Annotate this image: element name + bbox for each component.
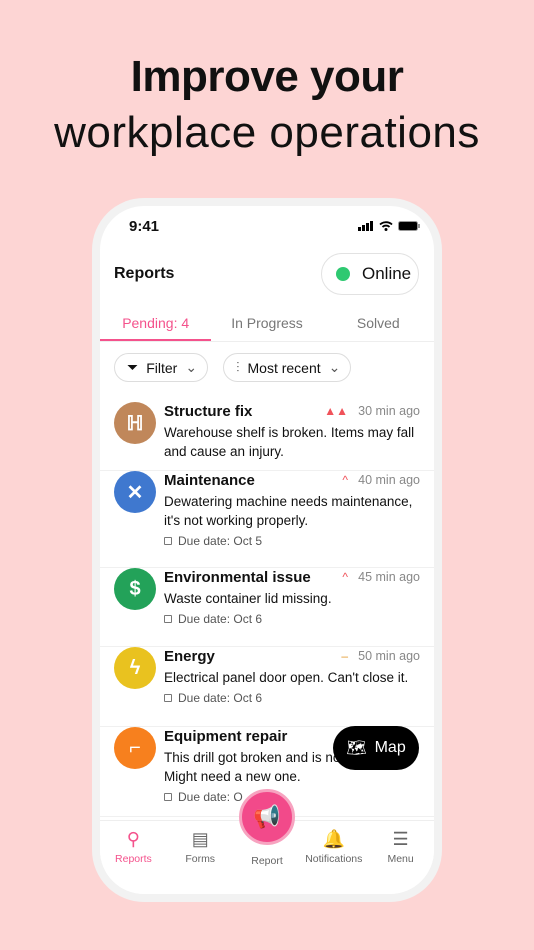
filter-button[interactable]: ⏷ Filter ⌄ (114, 353, 209, 382)
item-title: Environmental issue (164, 569, 311, 586)
location-pin-icon: ⚲ (126, 829, 140, 849)
document-icon: ▤ (191, 829, 209, 849)
priority-dash-icon: – (341, 649, 348, 663)
nav-label: Menu (387, 853, 414, 865)
tools-icon: ✕ (114, 471, 156, 513)
filter-label: Filter (146, 359, 178, 376)
calendar-icon (164, 615, 172, 623)
report-list-item[interactable]: $ Environmental issue ^ 45 min ago Waste… (100, 568, 434, 647)
nav-notifications[interactable]: 🔔 Notifications (300, 821, 367, 894)
item-title: Energy (164, 648, 215, 665)
item-title: Structure fix (164, 403, 253, 420)
nav-label: Reports (115, 853, 152, 865)
calendar-icon (164, 793, 172, 801)
item-title: Equipment repair (164, 728, 288, 745)
headline-line1: Improve your (130, 52, 404, 101)
phone-screen: 9:41 Reports Online Pending: 4 In Progre… (100, 206, 434, 894)
funnel-icon: ⏷ (127, 359, 139, 375)
report-list-item[interactable]: ℍ Structure fix ▲▲ 30 min ago Warehouse … (100, 402, 434, 471)
megaphone-icon: 📢 (253, 804, 281, 829)
item-due-date: Due date: O (164, 790, 243, 804)
nav-forms[interactable]: ▤ Forms (167, 821, 234, 894)
item-time: 50 min ago (358, 649, 420, 663)
calendar-icon (164, 694, 172, 702)
report-fab-button[interactable]: 📢 (239, 789, 295, 845)
nav-label: Report (251, 855, 283, 867)
priority-chevron-up-icon: ^ (342, 570, 348, 584)
chevron-down-icon: ⌄ (185, 359, 198, 375)
map-label: Map (374, 739, 406, 756)
priority-chevron-up-icon: ^ (342, 473, 348, 487)
item-due-date: Due date: Oct 6 (164, 691, 262, 705)
status-time: 9:41 (129, 218, 160, 235)
online-status-toggle[interactable]: Online (321, 253, 419, 295)
hamburger-icon: ☰ (392, 829, 409, 849)
page-title: Reports (114, 265, 175, 282)
item-description: Dewatering machine needs maintenance, it… (164, 494, 413, 528)
tab-pending[interactable]: Pending: 4 (100, 306, 212, 341)
item-description: Waste container lid missing. (164, 591, 332, 606)
nav-label: Forms (185, 853, 216, 865)
sort-button[interactable]: ⫶ Most recent ⌄ (223, 353, 352, 382)
item-description: Warehouse shelf is broken. Items may fal… (164, 425, 415, 459)
sort-label: Most recent (247, 359, 321, 376)
drill-icon: ⌐ (114, 727, 156, 769)
tab-in-progress[interactable]: In Progress (211, 306, 322, 341)
nav-label: Notifications (305, 853, 363, 865)
item-time: 45 min ago (358, 570, 420, 584)
chevron-down-icon: ⌄ (328, 359, 341, 375)
headline-line2: workplace operations (54, 108, 480, 157)
item-title: Maintenance (164, 472, 255, 489)
item-description: Electrical panel door open. Can't close … (164, 670, 409, 685)
ladder-icon: ℍ (114, 402, 156, 444)
bell-icon: 🔔 (322, 829, 345, 849)
nav-reports[interactable]: ⚲ Reports (100, 821, 167, 894)
report-list-item[interactable]: ϟ Energy – 50 min ago Electrical panel d… (100, 647, 434, 727)
lightning-icon: ϟ (114, 647, 156, 689)
report-list-item[interactable]: ✕ Maintenance ^ 40 min ago Dewatering ma… (100, 471, 434, 568)
map-icon: 🗺 (346, 740, 367, 757)
barrel-icon: $ (114, 568, 156, 610)
priority-double-chevron-up-icon: ▲▲ (324, 404, 348, 418)
map-button[interactable]: 🗺 Map (333, 726, 419, 770)
item-time: 40 min ago (358, 473, 420, 487)
nav-menu[interactable]: ☰ Menu (367, 821, 434, 894)
signal-icon (358, 221, 373, 231)
tab-solved[interactable]: Solved (323, 306, 434, 341)
online-dot-icon (336, 267, 350, 281)
item-time: 30 min ago (358, 404, 420, 418)
wifi-icon (379, 221, 393, 231)
item-due-date: Due date: Oct 6 (164, 612, 262, 626)
item-due-date: Due date: Oct 5 (164, 534, 262, 548)
status-icons (358, 221, 420, 231)
calendar-icon (164, 537, 172, 545)
tabs: Pending: 4 In Progress Solved (100, 306, 434, 342)
sliders-icon: ⫶ (236, 359, 240, 375)
battery-icon (398, 221, 420, 231)
online-label: Online (362, 264, 412, 283)
